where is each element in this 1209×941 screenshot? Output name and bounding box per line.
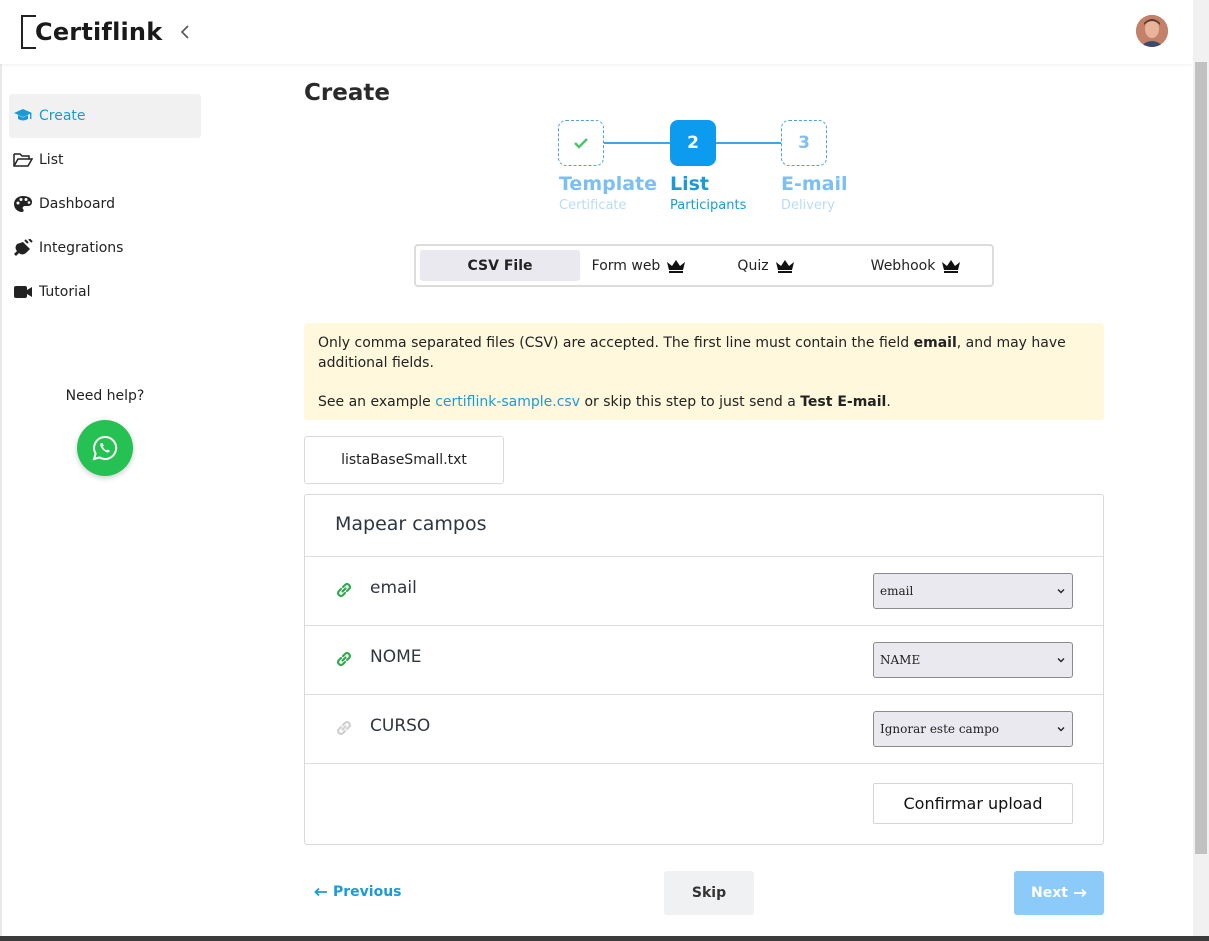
previous-label: Previous (333, 884, 402, 900)
arrow-right-icon (1073, 888, 1087, 898)
uploaded-file-button[interactable]: listaBaseSmall.txt (304, 436, 504, 484)
sidebar-item-dashboard[interactable]: Dashboard (9, 182, 201, 226)
sidebar-item-label: List (39, 152, 64, 168)
csv-notice: Only comma separated files (CSV) are acc… (304, 323, 1104, 420)
step-3-subtitle: Delivery (781, 198, 835, 213)
sidebar-item-integrations[interactable]: Integrations (9, 226, 201, 270)
tab-label: Form web (591, 257, 661, 274)
step-connector (716, 142, 781, 144)
tab-csv-file[interactable]: CSV File (420, 250, 580, 281)
vertical-scrollbar[interactable] (1193, 0, 1209, 941)
field-name: CURSO (370, 716, 431, 736)
link-icon (336, 651, 352, 667)
mapping-row: NOME NAME (305, 625, 1103, 694)
step-1-box[interactable] (558, 120, 604, 166)
graduation-cap-icon (14, 109, 32, 121)
field-select-curso[interactable]: Ignorar este campo (873, 711, 1073, 747)
step-3-box[interactable]: 3 (781, 120, 827, 166)
whatsapp-icon (92, 435, 118, 461)
sidebar-item-label: Create (39, 108, 86, 124)
previous-button[interactable]: Previous (314, 884, 402, 900)
source-tabs: CSV File Form web Quiz Webhook (414, 244, 994, 287)
help-block: Need help? (9, 388, 201, 476)
sidebar-item-list[interactable]: List (9, 138, 201, 182)
step-2-subtitle: Participants (670, 198, 747, 213)
mapping-row: CURSO Ignorar este campo (305, 694, 1103, 763)
crown-icon (942, 259, 961, 273)
notice-line-2: See an example certiflink-sample.csv or … (318, 394, 891, 410)
next-label: Next (1031, 885, 1068, 901)
confirm-upload-button[interactable]: Confirmar upload (873, 783, 1073, 824)
stepper: 2 3 Template Certificate List Participan… (558, 120, 878, 220)
sidebar-nav: Create List Dashboard Integrations Tutor… (9, 94, 201, 314)
top-header: Certiflink (0, 0, 1193, 64)
help-text: Need help? (65, 388, 145, 404)
whatsapp-button[interactable] (77, 420, 133, 476)
os-taskbar-strip (0, 936, 1209, 941)
palette-icon (14, 196, 32, 212)
tab-form-web[interactable]: Form web (584, 250, 694, 281)
field-select-email[interactable]: email (873, 573, 1073, 609)
tab-label: Quiz (737, 257, 769, 274)
logo-text: Certiflink (35, 18, 163, 46)
tab-label: Webhook (870, 257, 936, 274)
field-name: email (370, 578, 417, 598)
step-2-box[interactable]: 2 (670, 120, 716, 166)
tab-webhook[interactable]: Webhook (856, 250, 976, 281)
step-1-title: Template (559, 173, 658, 195)
sidebar-item-label: Dashboard (39, 196, 115, 212)
link-icon (336, 720, 352, 736)
video-camera-icon (14, 286, 32, 298)
field-mapping-card: Mapear campos email email NOME NAME CURS… (304, 494, 1104, 845)
logo-bracket (21, 15, 36, 49)
avatar[interactable] (1136, 15, 1168, 47)
step-1-subtitle: Certificate (559, 198, 627, 213)
step-2-title: List (670, 173, 710, 195)
arrow-left-icon (314, 887, 327, 897)
next-button[interactable]: Next (1014, 871, 1104, 915)
chevron-down-icon (1057, 727, 1065, 732)
crown-icon (775, 259, 794, 273)
chevron-left-icon[interactable] (178, 22, 192, 42)
step-connector (604, 142, 670, 144)
plug-icon (14, 239, 33, 256)
check-icon (574, 138, 588, 149)
card-title: Mapear campos (335, 513, 487, 535)
notice-line-1: Only comma separated files (CSV) are acc… (318, 335, 1066, 371)
sidebar-item-label: Tutorial (39, 284, 91, 300)
sidebar-item-label: Integrations (39, 240, 124, 256)
crown-icon (667, 259, 686, 273)
sidebar-item-tutorial[interactable]: Tutorial (9, 270, 201, 314)
skip-button[interactable]: Skip (664, 871, 754, 915)
page-title: Create (304, 80, 390, 106)
field-select-nome[interactable]: NAME (873, 642, 1073, 678)
mapping-row: email email (305, 556, 1103, 625)
sidebar-item-create[interactable]: Create (9, 94, 201, 138)
logo[interactable]: Certiflink (21, 15, 162, 49)
tab-quiz[interactable]: Quiz (716, 250, 816, 281)
folder-open-icon (13, 153, 33, 167)
user-photo-icon (1136, 15, 1168, 47)
link-icon (336, 582, 352, 598)
chevron-down-icon (1057, 658, 1065, 663)
sample-csv-link[interactable]: certiflink-sample.csv (435, 394, 580, 410)
chevron-down-icon (1057, 589, 1065, 594)
window-edge (0, 0, 2, 941)
scrollbar-thumb[interactable] (1195, 62, 1207, 854)
field-name: NOME (370, 647, 422, 667)
tab-label: CSV File (467, 257, 533, 274)
step-3-title: E-mail (781, 173, 848, 195)
